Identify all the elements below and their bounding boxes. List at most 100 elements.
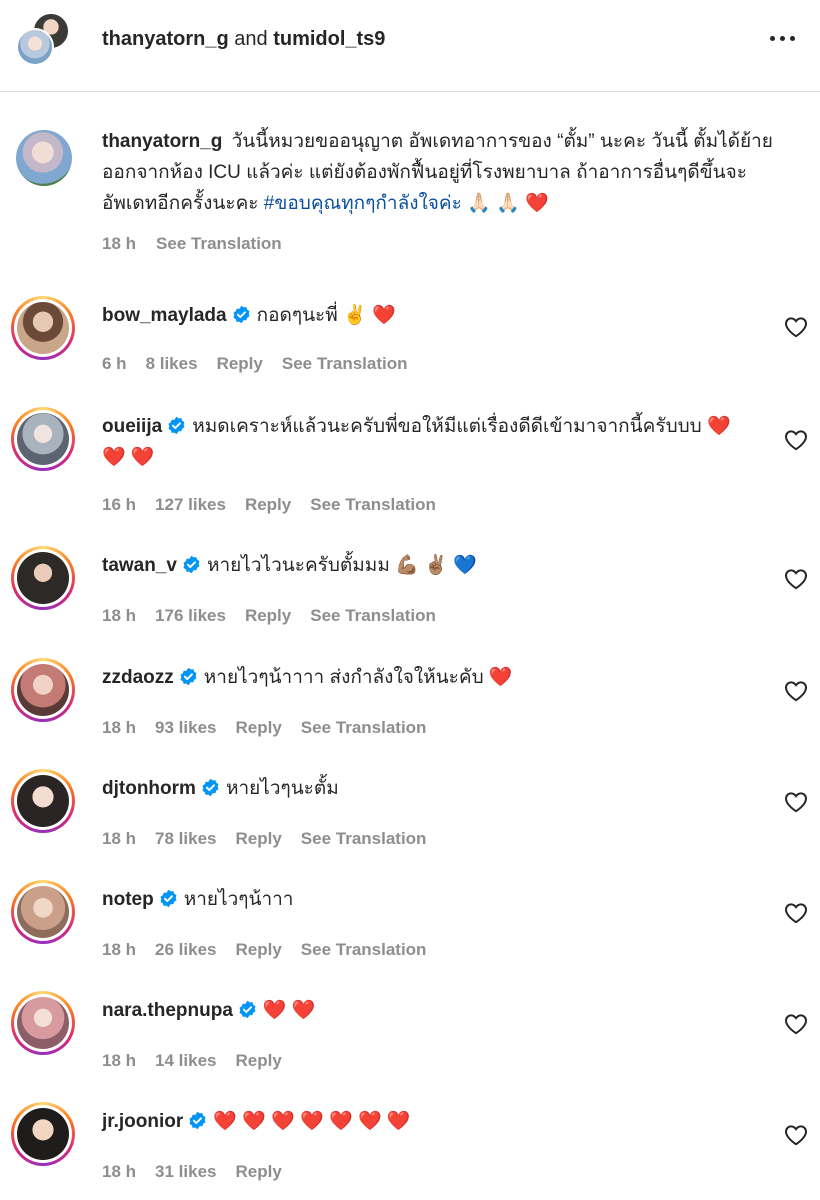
comment-row: nara.thepnupa ❤️ ❤️ 18 h 14 likes Reply bbox=[0, 991, 820, 1091]
comment-username[interactable]: nara.thepnupa bbox=[102, 1000, 233, 1021]
comment-row: bow_maylada กอดๆนะพี่ ✌️ ❤️ 6 h 8 likes Repl… bbox=[0, 296, 820, 396]
caption-time: 18 h bbox=[102, 234, 137, 253]
header-and: and bbox=[234, 28, 268, 50]
comment-likes[interactable]: 78 likes bbox=[155, 829, 216, 849]
caption-avatar[interactable] bbox=[16, 130, 72, 186]
comment-likes[interactable]: 93 likes bbox=[155, 718, 216, 738]
like-heart-icon[interactable] bbox=[784, 902, 808, 924]
comment-likes[interactable]: 26 likes bbox=[155, 940, 216, 960]
comment-meta: 18 h 14 likes Reply bbox=[102, 1051, 282, 1071]
header-avatars[interactable] bbox=[16, 12, 72, 68]
like-heart-icon[interactable] bbox=[784, 1124, 808, 1146]
caption-emoji: 🙏🏻 🙏🏻 ❤️ bbox=[467, 193, 549, 214]
verified-badge-icon bbox=[180, 667, 197, 686]
verified-badge-icon bbox=[189, 1111, 206, 1130]
comment-avatar[interactable] bbox=[11, 880, 75, 944]
comment-row: oueiija หมดเคราะห์แล้วนะครับพี่ขอให้มีแต่… bbox=[0, 407, 820, 514]
comment-meta: 18 h 78 likes Reply See Translation bbox=[102, 829, 426, 849]
caption-see-translation[interactable]: See Translation bbox=[156, 234, 282, 254]
reply-button[interactable]: Reply bbox=[245, 606, 291, 626]
avatar-thanyatorn[interactable] bbox=[16, 28, 54, 66]
post-header: thanyatorn_g and tumidol_ts9 bbox=[0, 0, 820, 92]
comment-meta: 18 h 31 likes Reply bbox=[102, 1162, 282, 1182]
verified-badge-icon bbox=[183, 555, 200, 574]
see-translation-button[interactable]: See Translation bbox=[282, 354, 408, 374]
comment-time: 18 h bbox=[102, 718, 137, 737]
header-usernames: thanyatorn_g and tumidol_ts9 bbox=[102, 28, 385, 51]
like-heart-icon[interactable] bbox=[784, 1013, 808, 1035]
like-heart-icon[interactable] bbox=[784, 680, 808, 702]
comment-avatar[interactable] bbox=[11, 991, 75, 1055]
caption-hashtag[interactable]: #ขอบคุณทุกๆกำลังใจค่ะ bbox=[264, 193, 462, 214]
like-heart-icon[interactable] bbox=[784, 791, 808, 813]
comment-likes[interactable]: 31 likes bbox=[155, 1162, 216, 1182]
caption-username[interactable]: thanyatorn_g bbox=[102, 131, 222, 152]
comment-likes[interactable]: 14 likes bbox=[155, 1051, 216, 1071]
verified-badge-icon bbox=[202, 778, 219, 797]
comment-meta: 18 h 93 likes Reply See Translation bbox=[102, 718, 426, 738]
comment-time: 18 h bbox=[102, 1162, 137, 1181]
comment-body: nara.thepnupa ❤️ ❤️ bbox=[102, 995, 742, 1026]
comment-time: 18 h bbox=[102, 1051, 137, 1070]
comment-row: jr.joonior ❤️ ❤️ ❤️ ❤️ ❤️ ❤️ ❤️ 18 h 31 lik… bbox=[0, 1102, 820, 1200]
comment-row: djtonhorm หายไวๆนะตั้ม 18 h 78 likes Reply Se… bbox=[0, 769, 820, 869]
comment-username[interactable]: bow_maylada bbox=[102, 305, 227, 326]
comment-avatar[interactable] bbox=[11, 296, 75, 360]
comment-body: djtonhorm หายไวๆนะตั้ม bbox=[102, 773, 742, 804]
comment-time: 18 h bbox=[102, 829, 137, 848]
comment-username[interactable]: djtonhorm bbox=[102, 778, 196, 799]
comment-username[interactable]: oueiija bbox=[102, 416, 162, 437]
comment-body: notep หายไวๆน้าาา bbox=[102, 884, 742, 915]
comment-meta: 6 h 8 likes Reply See Translation bbox=[102, 354, 408, 374]
comment-avatar[interactable] bbox=[11, 407, 75, 471]
comment-row: zzdaozz หายไวๆน้าาาา ส่งกำลังใจให้นะคับ ❤… bbox=[0, 658, 820, 758]
comment-body: zzdaozz หายไวๆน้าาาา ส่งกำลังใจให้นะคับ ❤… bbox=[102, 662, 742, 693]
like-heart-icon[interactable] bbox=[784, 429, 808, 451]
comment-username[interactable]: jr.joonior bbox=[102, 1111, 183, 1132]
comment-avatar[interactable] bbox=[11, 1102, 75, 1166]
comment-likes[interactable]: 127 likes bbox=[155, 495, 226, 515]
reply-button[interactable]: Reply bbox=[245, 495, 291, 515]
reply-button[interactable]: Reply bbox=[217, 354, 263, 374]
comment-body: tawan_v หายไวไวนะครับตั้มมม 💪🏽 ✌🏽 💙 bbox=[102, 550, 742, 581]
see-translation-button[interactable]: See Translation bbox=[301, 829, 427, 849]
comment-meta: 18 h 26 likes Reply See Translation bbox=[102, 940, 426, 960]
reply-button[interactable]: Reply bbox=[235, 718, 281, 738]
comment-body: bow_maylada กอดๆนะพี่ ✌️ ❤️ bbox=[102, 300, 742, 331]
header-user1[interactable]: thanyatorn_g bbox=[102, 28, 229, 50]
like-heart-icon[interactable] bbox=[784, 316, 808, 338]
comment-text: ❤️ ❤️ ❤️ ❤️ ❤️ ❤️ ❤️ bbox=[213, 1111, 411, 1132]
comment-meta: 16 h 127 likes Reply See Translation bbox=[102, 495, 436, 515]
comment-time: 18 h bbox=[102, 940, 137, 959]
comment-username[interactable]: zzdaozz bbox=[102, 667, 174, 688]
reply-button[interactable]: Reply bbox=[235, 829, 281, 849]
like-heart-icon[interactable] bbox=[784, 568, 808, 590]
comment-text: หายไวๆน้าาา bbox=[183, 889, 294, 910]
comment-avatar[interactable] bbox=[11, 769, 75, 833]
see-translation-button[interactable]: See Translation bbox=[310, 495, 436, 515]
reply-button[interactable]: Reply bbox=[235, 1051, 281, 1071]
reply-button[interactable]: Reply bbox=[235, 1162, 281, 1182]
comment-avatar[interactable] bbox=[11, 658, 75, 722]
comment-text: หายไวๆน้าาาา ส่งกำลังใจให้นะคับ ❤️ bbox=[203, 667, 513, 688]
comment-likes[interactable]: 176 likes bbox=[155, 606, 226, 626]
verified-badge-icon bbox=[233, 305, 250, 324]
comment-text: หายไวไวนะครับตั้มมม 💪🏽 ✌🏽 💙 bbox=[206, 555, 477, 576]
comment-username[interactable]: notep bbox=[102, 889, 154, 910]
comment-row: tawan_v หายไวไวนะครับตั้มมม 💪🏽 ✌🏽 💙 18 h 17… bbox=[0, 546, 820, 646]
verified-badge-icon bbox=[168, 416, 185, 435]
see-translation-button[interactable]: See Translation bbox=[301, 718, 427, 738]
comment-body: oueiija หมดเคราะห์แล้วนะครับพี่ขอให้มีแต่… bbox=[102, 411, 742, 473]
verified-badge-icon bbox=[239, 1000, 256, 1019]
more-options-icon[interactable] bbox=[766, 26, 798, 50]
see-translation-button[interactable]: See Translation bbox=[301, 940, 427, 960]
comment-text: กอดๆนะพี่ ✌️ ❤️ bbox=[256, 305, 396, 326]
comment-likes[interactable]: 8 likes bbox=[146, 354, 198, 374]
comment-time: 18 h bbox=[102, 606, 137, 625]
see-translation-button[interactable]: See Translation bbox=[310, 606, 436, 626]
reply-button[interactable]: Reply bbox=[235, 940, 281, 960]
header-user2[interactable]: tumidol_ts9 bbox=[273, 28, 385, 50]
comment-avatar[interactable] bbox=[11, 546, 75, 610]
comment-row: notep หายไวๆน้าาา 18 h 26 likes Reply See Tra… bbox=[0, 880, 820, 980]
comment-username[interactable]: tawan_v bbox=[102, 555, 177, 576]
